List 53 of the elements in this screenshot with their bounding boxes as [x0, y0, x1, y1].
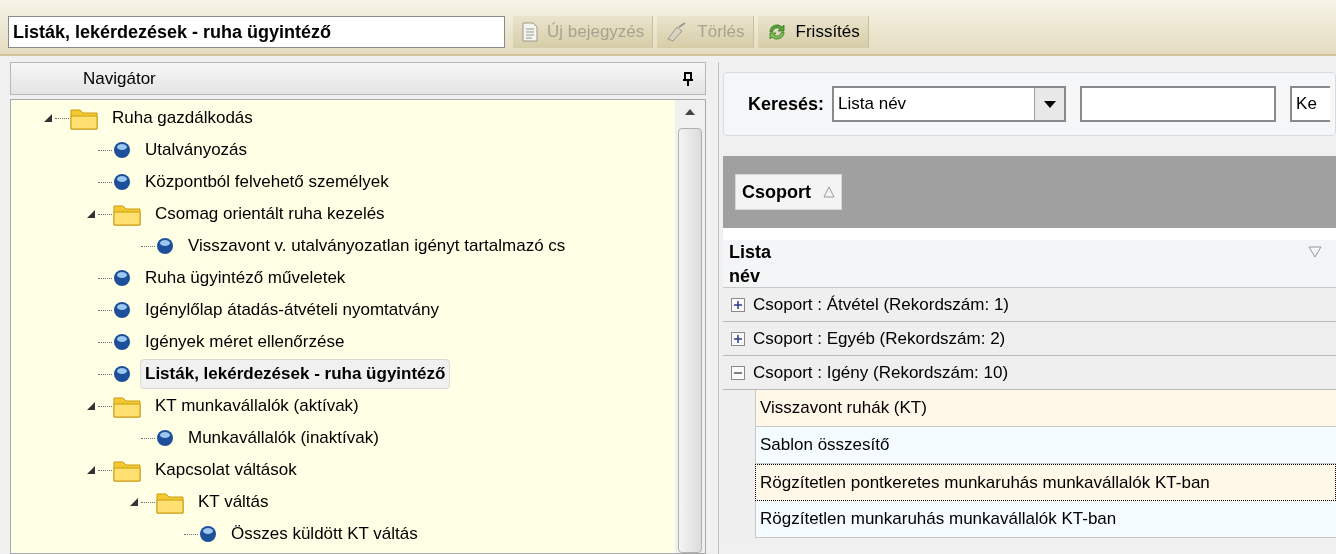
search-field[interactable]: Ke [1290, 86, 1331, 122]
sphere-icon [155, 236, 175, 256]
collapse-icon[interactable] [731, 365, 745, 380]
group-label: Csoport : Átvétel (Rekordszám: 1) [753, 293, 1010, 316]
tree-item[interactable]: Központból felvehető személyek [140, 167, 394, 197]
tree-item[interactable]: Visszavont v. utalványozatlan igényt tartalmazó cs [183, 231, 571, 261]
group-label: Csoport : Igény (Rekordszám: 10) [753, 361, 1009, 384]
tree-item[interactable]: Igények méret ellenőrzése [140, 327, 350, 357]
collapse-triangle-icon[interactable] [129, 497, 139, 507]
sphere-icon [155, 428, 175, 448]
sphere-icon [112, 300, 132, 320]
column-header[interactable]: Lista név [723, 240, 1336, 288]
search-label: Keresés: [748, 92, 825, 116]
scroll-up-icon[interactable] [684, 108, 696, 116]
document-icon [521, 22, 539, 42]
field-select[interactable]: Lista név [832, 86, 1067, 122]
search-field[interactable] [1080, 86, 1277, 122]
group-label: Csoport : Egyéb (Rekordszám: 2) [753, 327, 1006, 350]
title-field[interactable]: Listák, lekérdezések - ruha ügyintéző [8, 16, 505, 48]
collapse-triangle-icon[interactable] [86, 401, 96, 411]
tree-item[interactable]: Ruha ügyintéző műveletek [140, 263, 351, 293]
tree-item[interactable]: KT munkavállalók (aktívak) [150, 391, 364, 421]
group-by-label: Csoport [742, 180, 811, 204]
tree-item[interactable]: Csomag orientált ruha kezelés [150, 199, 390, 229]
table-cell[interactable]: Rögzítetlen munkaruhás munkavállalók KT-ban [755, 501, 1336, 538]
sphere-icon [112, 332, 132, 352]
navigator-title: Navigátor [83, 67, 156, 90]
collapse-triangle-icon[interactable] [86, 209, 96, 219]
tree-item[interactable]: Listák, lekérdezések - ruha ügyintéző [140, 359, 451, 389]
collapse-triangle-icon[interactable] [86, 465, 96, 475]
tree-item[interactable]: Igénylőlap átadás-átvételi nyomtatvány [140, 295, 444, 325]
sphere-icon [198, 524, 218, 544]
pin-icon[interactable] [683, 71, 693, 86]
tree-item[interactable]: Kapcsolat váltások [150, 455, 302, 485]
tree-item[interactable]: KT váltás [193, 487, 274, 517]
expand-icon[interactable] [731, 297, 745, 312]
dropdown-caret-icon [1043, 100, 1056, 108]
sphere-icon [112, 140, 132, 160]
group-by-chip[interactable]: Csoport [735, 174, 842, 210]
tree-item[interactable]: Összes küldött KT váltás [226, 519, 423, 549]
expand-icon[interactable] [731, 331, 745, 346]
table-cell[interactable]: Visszavont ruhák (KT) [755, 390, 1336, 427]
sphere-icon [112, 364, 132, 384]
table-cell[interactable]: Rögzítetlen pontkeretes munkaruhás munkavállalók KT-ban [755, 464, 1336, 501]
table-cell[interactable]: Sablon összesítő [755, 427, 1336, 464]
collapse-triangle-icon[interactable] [43, 113, 53, 123]
tree-item[interactable]: Utalványozás [140, 135, 253, 165]
toolbar-button[interactable]: Frissítés [757, 16, 869, 48]
scrollbar[interactable] [675, 100, 705, 553]
tree-item[interactable]: Ruha gazdálkodás [107, 103, 258, 133]
tree-item[interactable]: Munkavállalók (inaktívak) [183, 423, 384, 453]
sphere-icon [112, 268, 132, 288]
sphere-icon [112, 172, 132, 192]
